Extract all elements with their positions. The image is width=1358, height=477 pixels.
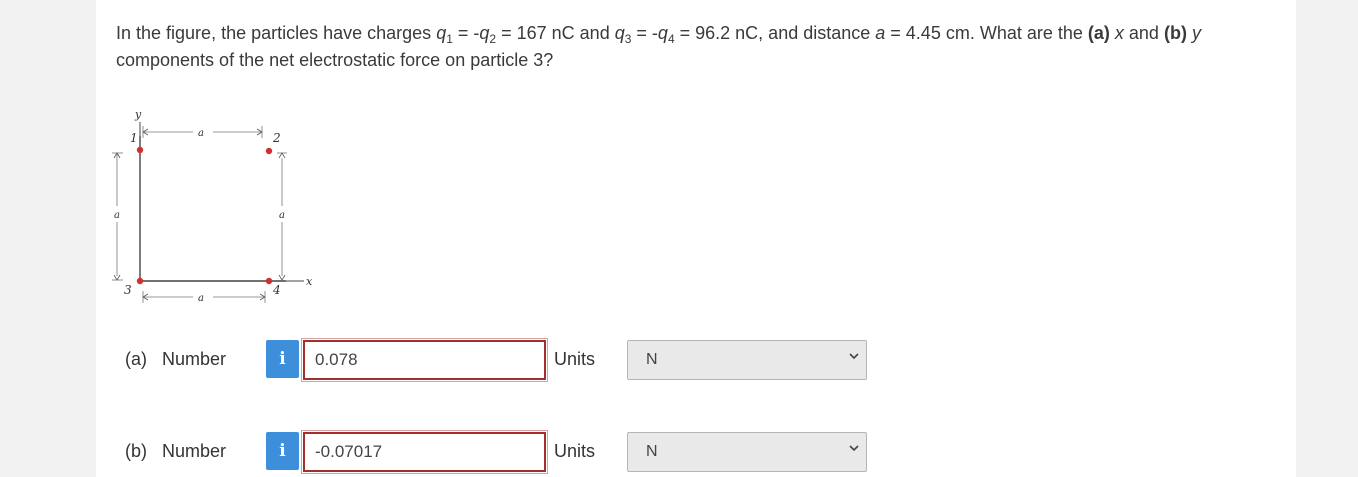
particle-3	[136, 277, 144, 285]
part-a-marker: (a)	[1087, 23, 1110, 43]
question-text-part: In the figure, the particles have charge…	[116, 23, 437, 43]
part-b-marker: (b)	[1163, 23, 1187, 43]
distance-symbol: a	[875, 23, 886, 43]
units-select-b[interactable]: N	[627, 432, 867, 472]
x-axis-label: x	[306, 275, 313, 288]
answer-input-b[interactable]	[301, 430, 548, 474]
particle-2-label: 2	[272, 131, 281, 145]
arrowhead-icon	[278, 152, 286, 159]
bottom-dimension-label: a	[198, 293, 204, 304]
units-selected-value: N	[646, 351, 658, 368]
left-dimension-label: a	[114, 210, 120, 221]
part-marker: (a)	[125, 349, 147, 369]
question-text-part: = -	[452, 23, 480, 43]
question-text-part: = 167 nC and	[496, 23, 615, 43]
number-label: Number	[162, 349, 227, 369]
question-text-part: components of the net electrostatic forc…	[116, 50, 554, 70]
right-dimension-label: a	[279, 210, 285, 221]
question-text-part: and	[1123, 23, 1164, 43]
particle-4	[265, 277, 273, 285]
answer-label: (a) Number	[125, 349, 226, 370]
charge-symbol: q	[479, 23, 490, 43]
question-text: In the figure, the particles have charge…	[116, 20, 1276, 74]
y-axis-label: y	[134, 108, 142, 121]
charge-symbol: q	[657, 23, 668, 43]
part-marker: (b)	[125, 441, 147, 461]
question-card: In the figure, the particles have charge…	[96, 0, 1296, 477]
question-text-part: = 4.45 cm. What are the	[885, 23, 1088, 43]
charge-symbol: q	[436, 23, 447, 43]
charge-figure: y x a a a a 1 2 3 4	[112, 108, 313, 304]
top-dimension-label: a	[198, 128, 204, 139]
units-selected-value: N	[646, 443, 658, 460]
answer-label: (b) Number	[125, 441, 226, 462]
info-button[interactable]: i	[266, 432, 299, 470]
number-label: Number	[162, 441, 227, 461]
x-symbol: x	[1109, 23, 1124, 43]
particle-1	[136, 146, 144, 154]
question-text-part: = -	[631, 23, 658, 43]
charge-subscript: 1	[446, 32, 453, 46]
question-text-part: = 96.2 nC, and distance	[674, 23, 876, 43]
answer-input-a[interactable]	[301, 338, 548, 382]
info-button[interactable]: i	[266, 340, 299, 378]
particle-3-label: 3	[124, 283, 132, 297]
y-symbol: y	[1186, 23, 1201, 43]
particle-4-label: 4	[272, 283, 281, 297]
charge-subscript: 4	[667, 32, 675, 46]
units-label: Units	[554, 441, 596, 461]
units-label: Units	[554, 349, 596, 369]
charge-symbol: q	[614, 23, 625, 43]
chevron-down-icon	[849, 445, 859, 452]
particle-2	[265, 147, 273, 155]
units-select-a[interactable]: N	[627, 340, 867, 380]
chevron-down-icon	[849, 353, 859, 360]
particle-1-label: 1	[130, 131, 138, 145]
